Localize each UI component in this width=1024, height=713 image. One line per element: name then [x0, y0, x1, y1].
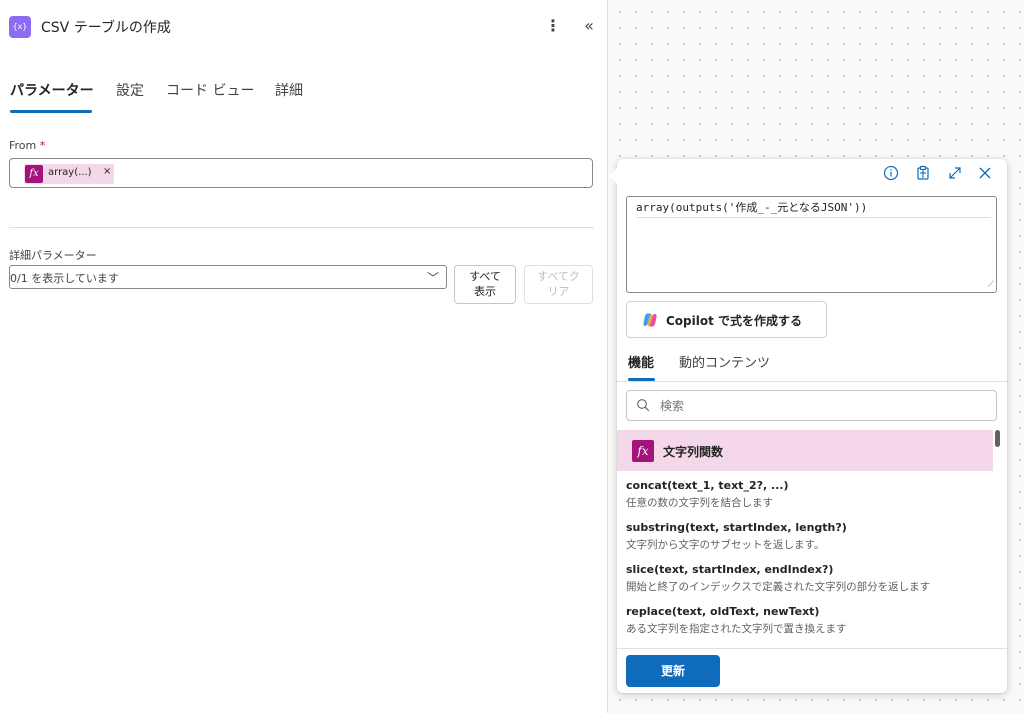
expression-textarea[interactable]: array(outputs('作成_-_元となるJSON')) ⟋ — [626, 196, 997, 293]
action-panel: {x} CSV テーブルの作成 ⋮ « パラメーター 設定 コード ビュー 詳細… — [0, 0, 608, 713]
popup-footer-divider — [617, 648, 1007, 649]
tab-settings[interactable]: 設定 — [116, 80, 144, 100]
advanced-parameters-label: 詳細パラメーター — [9, 249, 97, 262]
tab-functions[interactable]: 機能 — [628, 352, 654, 371]
function-signature: substring(text, startIndex, length?) — [626, 521, 847, 534]
resize-handle-icon[interactable]: ⟋ — [988, 281, 994, 290]
dropdown-value: 0/1 を表示しています — [10, 272, 119, 285]
clipboard-icon[interactable] — [913, 165, 933, 185]
close-icon[interactable] — [975, 165, 995, 185]
function-description: ある文字列を指定された文字列で置き換えます — [626, 623, 847, 635]
clear-all-label-line1: すべてク — [537, 270, 580, 283]
tab-parameters[interactable]: パラメーター — [10, 80, 94, 100]
tab-code-view[interactable]: コード ビュー — [166, 80, 254, 100]
required-mark: * — [39, 139, 46, 152]
from-field-input[interactable]: fx array(...) × — [9, 158, 593, 188]
panel-header: {x} CSV テーブルの作成 ⋮ « — [9, 14, 599, 38]
function-signature: slice(text, startIndex, endIndex?) — [626, 563, 834, 576]
function-signature: replace(text, oldText, newText) — [626, 605, 820, 618]
search-input[interactable] — [660, 396, 980, 416]
function-description: 開始と終了のインデックスで定義された文字列の部分を返します — [626, 581, 931, 593]
function-item-replace[interactable]: replace(text, oldText, newText) ある文字列を指定… — [626, 605, 996, 636]
show-all-label-line2: 表示 — [474, 285, 496, 298]
category-string-functions[interactable]: fx 文字列関数 — [617, 430, 993, 471]
function-list: fx 文字列関数 concat(text_1, text_2?, ...) 任意… — [617, 430, 1007, 648]
copilot-icon — [643, 313, 657, 327]
more-options-button[interactable]: ⋮ — [545, 14, 561, 38]
update-button[interactable]: 更新 — [626, 655, 720, 687]
advanced-parameters-dropdown[interactable]: 0/1 を表示しています ﹀ — [9, 265, 447, 289]
popup-tab-divider — [617, 381, 1007, 382]
collapse-panel-button[interactable]: « — [577, 14, 601, 38]
section-divider — [9, 227, 594, 228]
clear-all-button[interactable]: すべてク リア — [524, 265, 593, 304]
from-field-label: From * — [9, 139, 45, 152]
copilot-create-expression-button[interactable]: Copilot で式を作成する — [626, 301, 827, 338]
show-all-button[interactable]: すべて 表示 — [454, 265, 516, 304]
expand-icon[interactable] — [945, 165, 965, 185]
chevron-down-icon: ﹀ — [426, 271, 439, 285]
function-description: 任意の数の文字列を結合します — [626, 497, 773, 509]
function-description: 文字列から文字のサブセットを返します。 — [626, 539, 825, 551]
function-item-slice[interactable]: slice(text, startIndex, endIndex?) 開始と終了… — [626, 563, 996, 594]
expression-text: array(outputs('作成_-_元となるJSON')) — [636, 199, 991, 218]
from-label-text: From — [9, 139, 37, 152]
function-signature: concat(text_1, text_2?, ...) — [626, 479, 789, 492]
token-remove-icon[interactable]: × — [103, 166, 111, 177]
info-icon[interactable] — [881, 165, 901, 185]
variable-icon: {x} — [9, 16, 31, 38]
clear-all-label-line2: リア — [547, 285, 570, 298]
token-label: array(...) — [48, 167, 92, 178]
tab-dynamic-content[interactable]: 動的コンテンツ — [679, 352, 770, 371]
expression-token[interactable]: fx array(...) × — [24, 164, 114, 184]
scrollbar[interactable] — [995, 430, 1000, 447]
function-item-concat[interactable]: concat(text_1, text_2?, ...) 任意の数の文字列を結合… — [626, 479, 996, 510]
popup-pointer — [609, 167, 618, 185]
function-search-box[interactable] — [626, 390, 997, 421]
expression-editor-popup: array(outputs('作成_-_元となるJSON')) ⟋ Copilo… — [609, 159, 1007, 693]
function-icon: fx — [25, 165, 43, 183]
category-label: 文字列関数 — [663, 445, 724, 459]
tab-details[interactable]: 詳細 — [275, 80, 303, 100]
show-all-label-line1: すべて — [469, 270, 501, 283]
copilot-button-label: Copilot で式を作成する — [666, 314, 803, 328]
function-icon: fx — [632, 440, 654, 462]
active-tab-indicator — [10, 110, 92, 113]
panel-title[interactable]: CSV テーブルの作成 — [41, 17, 171, 37]
search-icon — [637, 399, 650, 412]
function-item-substring[interactable]: substring(text, startIndex, length?) 文字列… — [626, 521, 996, 552]
